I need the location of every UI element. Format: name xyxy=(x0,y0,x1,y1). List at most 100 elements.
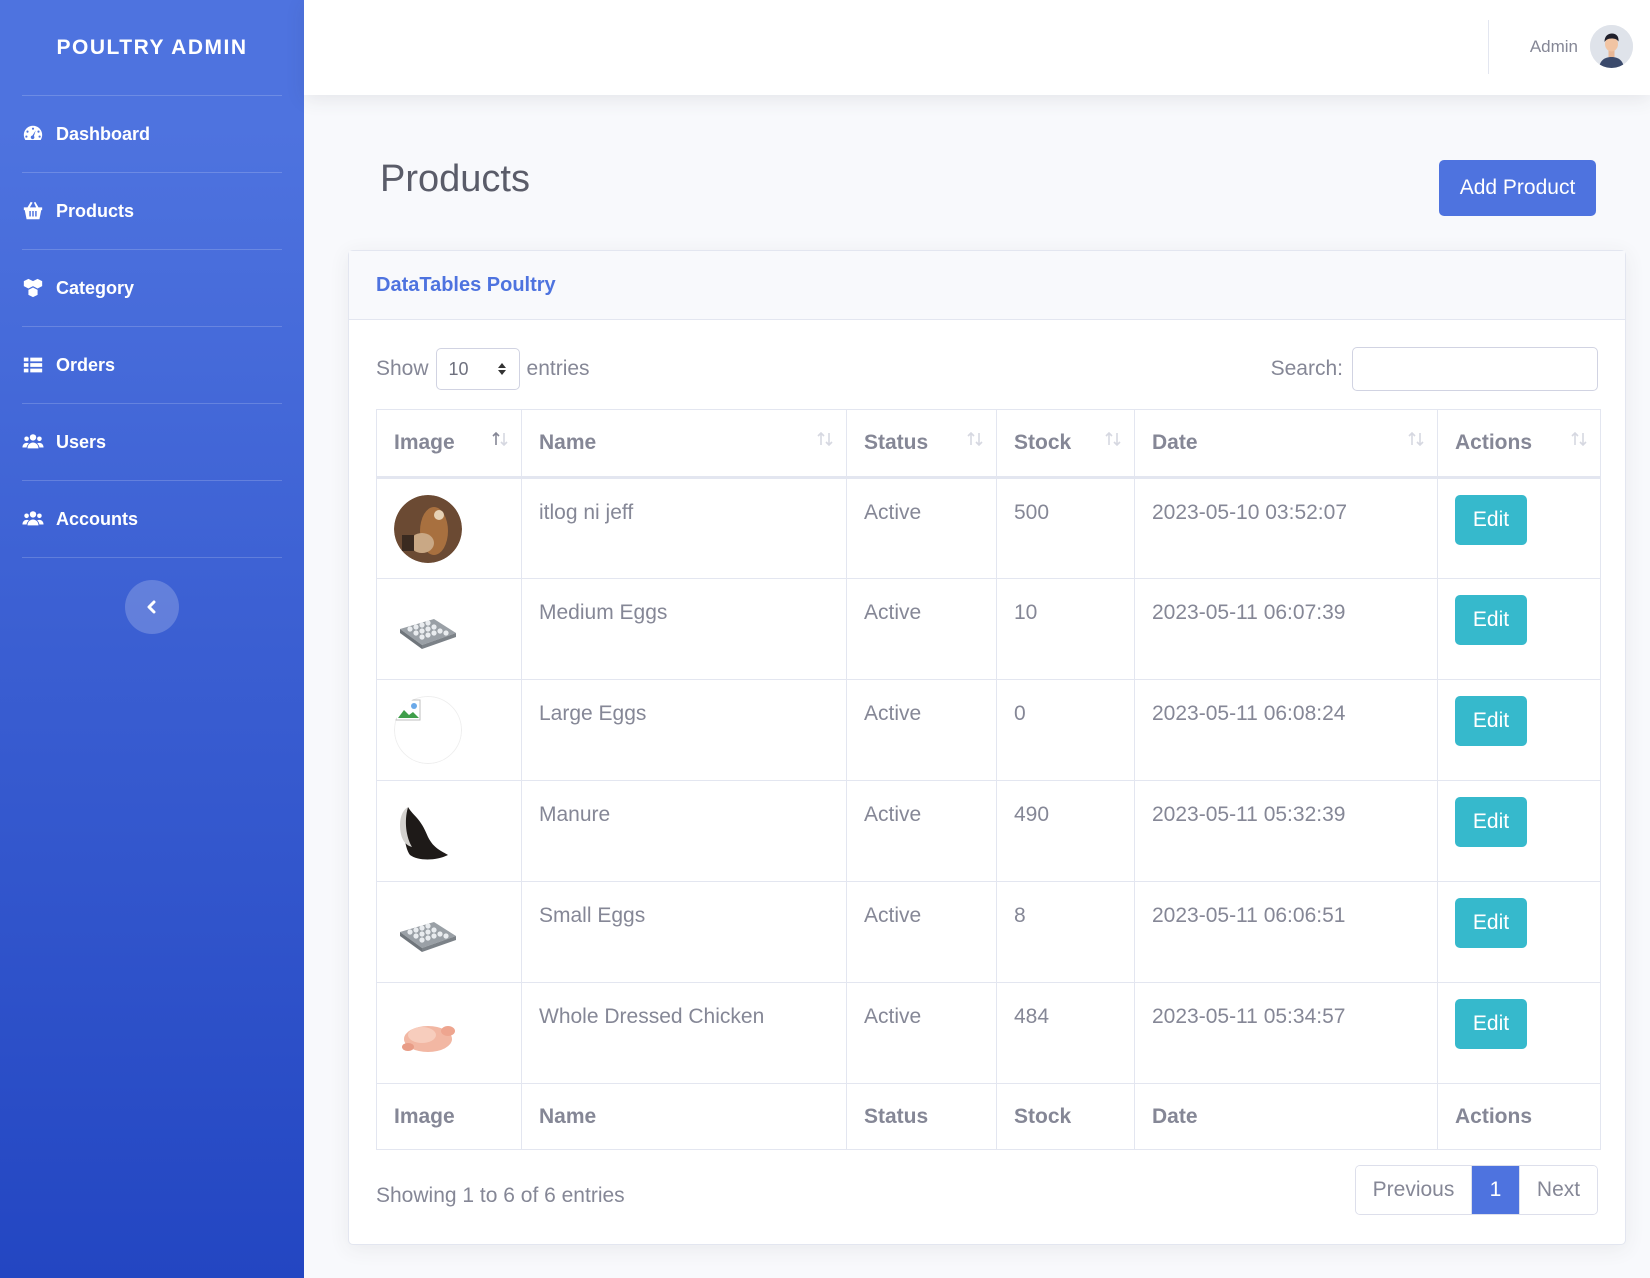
sort-icon xyxy=(1105,431,1121,447)
sort-icon xyxy=(817,431,833,447)
sidebar-item-orders[interactable]: Orders xyxy=(0,327,304,403)
users-icon xyxy=(22,434,44,449)
column-header-status[interactable]: Status xyxy=(846,409,997,479)
datatable-card: DataTables Poultry Show 10 entries Searc… xyxy=(348,250,1626,1245)
list-icon xyxy=(23,357,43,373)
previous-page-button[interactable]: Previous xyxy=(1356,1166,1472,1214)
actions-cell: Edit xyxy=(1437,881,1601,983)
sidebar-item-label: Accounts xyxy=(56,508,139,529)
topbar-divider xyxy=(1488,20,1489,74)
sidebar-toggle-button[interactable] xyxy=(125,580,179,634)
date-cell: 2023-05-11 06:08:24 xyxy=(1134,679,1438,781)
broken-image-icon[interactable] xyxy=(394,696,462,764)
sidebar-item-users[interactable]: Users xyxy=(0,404,304,480)
product-image-egg-tray[interactable] xyxy=(394,898,462,966)
date-cell: 2023-05-11 06:07:39 xyxy=(1134,578,1438,680)
actions-cell: Edit xyxy=(1437,982,1601,1084)
entries-label: entries xyxy=(526,357,590,380)
image-cell xyxy=(376,477,522,579)
status-cell: Active xyxy=(846,578,997,680)
edit-button[interactable]: Edit xyxy=(1455,797,1527,847)
table-row: Medium Eggs Active 10 2023-05-11 06:07:3… xyxy=(376,578,1601,680)
sidebar-item-label: Orders xyxy=(56,354,116,375)
next-page-button[interactable]: Next xyxy=(1519,1166,1597,1214)
table-row: Small Eggs Active 8 2023-05-11 06:06:51 … xyxy=(376,881,1601,983)
table-header-row: Image Name Status Stock Date Actions xyxy=(376,409,1601,479)
edit-button[interactable]: Edit xyxy=(1455,595,1527,645)
select-arrows-icon xyxy=(497,363,506,375)
footer-header-name: Name xyxy=(521,1083,847,1150)
product-image-dressed-chicken[interactable] xyxy=(394,999,462,1067)
column-header-image[interactable]: Image xyxy=(376,409,522,479)
products-table: Image Name Status Stock Date Actions itl… xyxy=(376,409,1601,1150)
sidebar-item-label: Dashboard xyxy=(56,123,151,144)
actions-cell: Edit xyxy=(1437,578,1601,680)
edit-button[interactable]: Edit xyxy=(1455,495,1527,545)
sidebar-item-dashboard[interactable]: Dashboard xyxy=(0,96,304,172)
image-cell xyxy=(376,780,522,882)
name-cell: itlog ni jeff xyxy=(521,477,847,579)
product-image-manure-bag[interactable] xyxy=(394,797,462,865)
sidebar-item-label: Category xyxy=(56,277,135,298)
stock-cell: 10 xyxy=(996,578,1135,680)
sort-asc-icon xyxy=(492,431,508,447)
stock-cell: 500 xyxy=(996,477,1135,579)
brand-title[interactable]: POULTRY ADMIN xyxy=(0,0,304,95)
pagination: Previous 1 Next xyxy=(1355,1165,1598,1215)
table-footer-row: Image Name Status Stock Date Actions xyxy=(376,1083,1601,1150)
avatar[interactable] xyxy=(1590,25,1633,68)
column-header-name[interactable]: Name xyxy=(521,409,847,479)
image-cell xyxy=(376,881,522,983)
column-header-label: Date xyxy=(1152,431,1198,454)
column-header-date[interactable]: Date xyxy=(1134,409,1438,479)
sidebar-item-label: Users xyxy=(56,431,107,452)
sort-icon xyxy=(967,431,983,447)
sidebar-item-category[interactable]: Category xyxy=(0,250,304,326)
footer-header-image: Image xyxy=(376,1083,522,1150)
column-header-label: Stock xyxy=(1014,431,1072,454)
add-product-button[interactable]: Add Product xyxy=(1439,160,1596,216)
footer-header-actions: Actions xyxy=(1437,1083,1601,1150)
sort-icon xyxy=(1571,431,1587,447)
page-1-button[interactable]: 1 xyxy=(1472,1166,1519,1214)
search-control: Search: xyxy=(1271,347,1598,391)
column-header-label: Actions xyxy=(1455,431,1533,454)
search-input[interactable] xyxy=(1352,347,1598,391)
edit-button[interactable]: Edit xyxy=(1455,898,1527,948)
status-cell: Active xyxy=(846,477,997,579)
stock-cell: 0 xyxy=(996,679,1135,781)
product-image-egg-tray[interactable] xyxy=(394,595,462,663)
table-controls: Show 10 entries Search: xyxy=(376,347,1598,391)
user-menu[interactable]: Admin xyxy=(1530,25,1633,68)
stock-cell: 484 xyxy=(996,982,1135,1084)
sidebar-item-accounts[interactable]: Accounts xyxy=(0,481,304,557)
sort-icon xyxy=(1408,431,1424,447)
status-cell: Active xyxy=(846,780,997,882)
date-cell: 2023-05-11 05:34:57 xyxy=(1134,982,1438,1084)
table-row: Whole Dressed Chicken Active 484 2023-05… xyxy=(376,982,1601,1084)
stock-cell: 490 xyxy=(996,780,1135,882)
search-label: Search: xyxy=(1270,357,1343,380)
users-icon xyxy=(22,511,44,526)
edit-button[interactable]: Edit xyxy=(1455,696,1527,746)
actions-cell: Edit xyxy=(1437,679,1601,781)
table-row: Manure Active 490 2023-05-11 05:32:39 Ed… xyxy=(376,780,1601,882)
card-title: DataTables Poultry xyxy=(349,251,1625,320)
table-row: Large Eggs Active 0 2023-05-11 06:08:24 … xyxy=(376,679,1601,781)
table-info: Showing 1 to 6 of 6 entries xyxy=(376,1184,625,1207)
column-header-actions[interactable]: Actions xyxy=(1437,409,1601,479)
edit-button[interactable]: Edit xyxy=(1455,999,1527,1049)
page-length-select[interactable]: 10 xyxy=(435,348,520,390)
footer-header-status: Status xyxy=(846,1083,997,1150)
product-image-chicken-photo[interactable] xyxy=(394,495,462,563)
actions-cell: Edit xyxy=(1437,780,1601,882)
column-header-stock[interactable]: Stock xyxy=(996,409,1135,479)
sidebar-item-products[interactable]: Products xyxy=(0,173,304,249)
image-cell xyxy=(376,982,522,1084)
name-cell: Large Eggs xyxy=(521,679,847,781)
image-cell xyxy=(376,679,522,781)
status-cell: Active xyxy=(846,679,997,781)
actions-cell: Edit xyxy=(1437,477,1601,579)
show-label: Show xyxy=(376,357,429,380)
user-name: Admin xyxy=(1529,36,1578,56)
